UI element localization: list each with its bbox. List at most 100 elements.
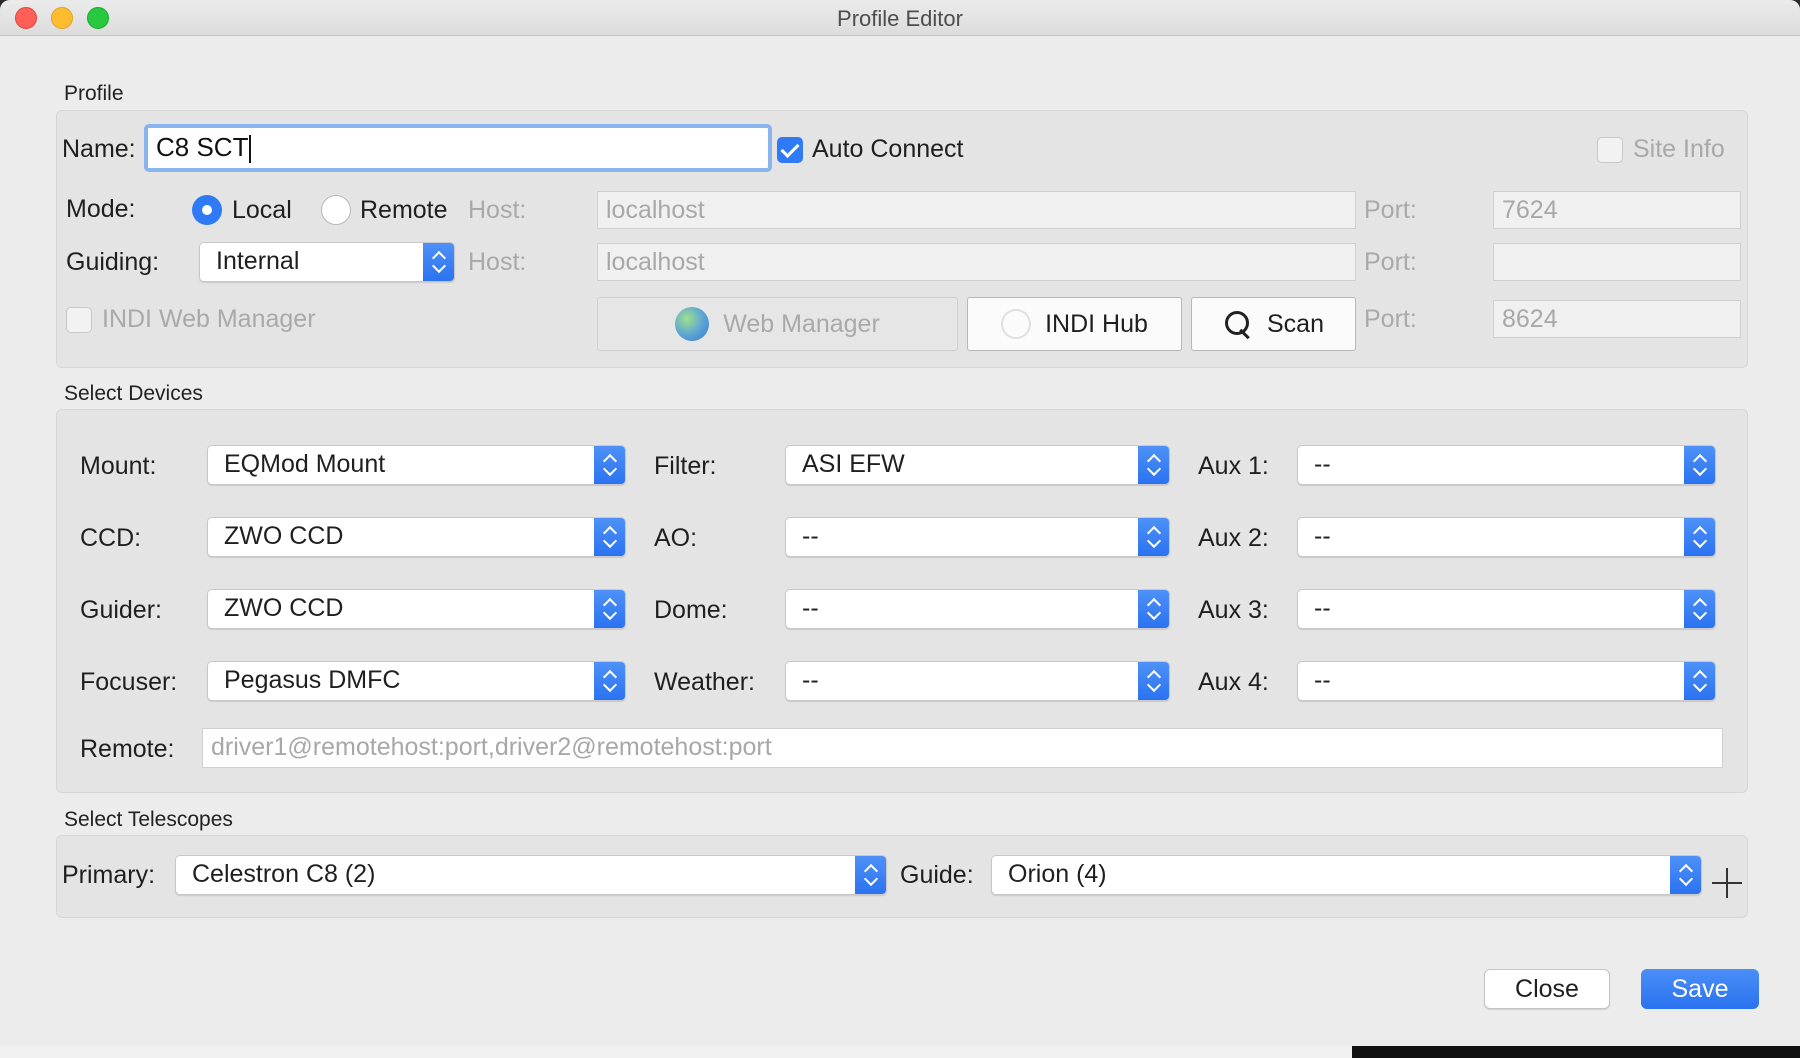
guide-telescope-value: Orion (4) bbox=[1008, 860, 1107, 888]
mode-local-label: Local bbox=[232, 196, 292, 224]
close-button[interactable]: Close bbox=[1484, 969, 1610, 1009]
chevron-updown-icon bbox=[1684, 518, 1715, 556]
web-port-input[interactable]: 8624 bbox=[1493, 300, 1741, 338]
aux3-label: Aux 3: bbox=[1198, 596, 1269, 624]
filter-select-value: ASI EFW bbox=[802, 450, 905, 478]
mode-local-radio[interactable] bbox=[192, 195, 222, 225]
scan-button-label: Scan bbox=[1267, 309, 1324, 338]
name-label: Name: bbox=[62, 135, 136, 163]
devices-section-title: Select Devices bbox=[64, 382, 203, 405]
mount-select-value: EQMod Mount bbox=[224, 450, 386, 478]
aux2-select[interactable]: -- bbox=[1297, 517, 1716, 557]
profile-name-input[interactable]: C8 SCT bbox=[144, 124, 772, 172]
indi-web-manager-checkbox[interactable] bbox=[66, 307, 92, 333]
port-input[interactable]: 7624 bbox=[1493, 191, 1741, 229]
mount-select[interactable]: EQMod Mount bbox=[207, 445, 626, 485]
chevron-updown-icon bbox=[1138, 518, 1169, 556]
indi-hub-button[interactable]: INDI Hub bbox=[967, 297, 1182, 351]
guider-select-value: ZWO CCD bbox=[224, 594, 344, 622]
guider-select[interactable]: ZWO CCD bbox=[207, 589, 626, 629]
host-input[interactable]: localhost bbox=[597, 191, 1356, 229]
guide-label: Guide: bbox=[900, 861, 974, 889]
chevron-updown-icon bbox=[594, 518, 625, 556]
weather-label: Weather: bbox=[654, 668, 755, 696]
focuser-select-value: Pegasus DMFC bbox=[224, 666, 401, 694]
web-manager-button-label: Web Manager bbox=[723, 309, 880, 338]
ao-select[interactable]: -- bbox=[785, 517, 1170, 557]
aux4-label: Aux 4: bbox=[1198, 668, 1269, 696]
focuser-label: Focuser: bbox=[80, 668, 178, 696]
chevron-updown-icon bbox=[1138, 662, 1169, 700]
chevron-updown-icon bbox=[1138, 590, 1169, 628]
dome-select[interactable]: -- bbox=[785, 589, 1170, 629]
chevron-updown-icon bbox=[1670, 856, 1701, 894]
ao-label: AO: bbox=[654, 524, 698, 552]
remote-label: Remote: bbox=[80, 735, 175, 763]
ccd-select[interactable]: ZWO CCD bbox=[207, 517, 626, 557]
search-icon bbox=[1223, 309, 1253, 339]
mode-label: Mode: bbox=[66, 195, 136, 223]
profile-section-title: Profile bbox=[64, 82, 124, 105]
title-bar[interactable]: Profile Editor bbox=[0, 0, 1800, 36]
port-label: Port: bbox=[1364, 196, 1417, 224]
aux1-select[interactable]: -- bbox=[1297, 445, 1716, 485]
chevron-updown-icon bbox=[1684, 662, 1715, 700]
plus-icon[interactable] bbox=[1712, 868, 1742, 898]
remote-drivers-input[interactable]: driver1@remotehost:port,driver2@remoteho… bbox=[202, 728, 1723, 768]
window-title: Profile Editor bbox=[837, 6, 963, 31]
aux2-label: Aux 2: bbox=[1198, 524, 1269, 552]
guide-telescope-select[interactable]: Orion (4) bbox=[991, 855, 1702, 895]
chevron-updown-icon bbox=[594, 662, 625, 700]
weather-select[interactable]: -- bbox=[785, 661, 1170, 701]
primary-telescope-value: Celestron C8 (2) bbox=[192, 860, 376, 888]
chevron-updown-icon bbox=[855, 856, 886, 894]
primary-label: Primary: bbox=[62, 861, 156, 889]
dome-select-value: -- bbox=[802, 594, 819, 622]
auto-connect-checkbox[interactable] bbox=[777, 137, 803, 163]
auto-connect-label: Auto Connect bbox=[812, 135, 964, 163]
aux4-select[interactable]: -- bbox=[1297, 661, 1716, 701]
dome-label: Dome: bbox=[654, 596, 728, 624]
globe-icon bbox=[675, 307, 710, 341]
host-label: Host: bbox=[468, 196, 527, 224]
aux4-select-value: -- bbox=[1314, 666, 1331, 694]
mode-remote-label: Remote bbox=[360, 196, 448, 224]
mode-remote-radio[interactable] bbox=[321, 195, 351, 225]
guiding-host-input[interactable]: localhost bbox=[597, 243, 1356, 281]
guider-label: Guider: bbox=[80, 596, 162, 624]
site-info-label: Site Info bbox=[1633, 135, 1725, 163]
indi-hub-button-label: INDI Hub bbox=[1045, 309, 1148, 338]
telescopes-section-title: Select Telescopes bbox=[64, 808, 233, 831]
guiding-host-label: Host: bbox=[468, 248, 527, 276]
chevron-updown-icon bbox=[1684, 590, 1715, 628]
profile-editor-window: Profile Editor Profile Name: C8 SCT Auto… bbox=[0, 0, 1800, 1046]
aux3-select[interactable]: -- bbox=[1297, 589, 1716, 629]
guiding-label: Guiding: bbox=[66, 248, 160, 276]
ccd-select-value: ZWO CCD bbox=[224, 522, 344, 550]
guiding-select-value: Internal bbox=[216, 247, 300, 275]
filter-label: Filter: bbox=[654, 452, 717, 480]
guiding-select[interactable]: Internal bbox=[199, 242, 455, 282]
primary-telescope-select[interactable]: Celestron C8 (2) bbox=[175, 855, 887, 895]
chevron-updown-icon bbox=[1684, 446, 1715, 484]
chevron-updown-icon bbox=[1138, 446, 1169, 484]
aux3-select-value: -- bbox=[1314, 594, 1331, 622]
chevron-updown-icon bbox=[594, 446, 625, 484]
save-button[interactable]: Save bbox=[1641, 969, 1759, 1009]
filter-select[interactable]: ASI EFW bbox=[785, 445, 1170, 485]
scan-button[interactable]: Scan bbox=[1191, 297, 1356, 351]
aux2-select-value: -- bbox=[1314, 522, 1331, 550]
guiding-port-label: Port: bbox=[1364, 248, 1417, 276]
weather-select-value: -- bbox=[802, 666, 819, 694]
hub-icon bbox=[1001, 309, 1032, 339]
ccd-label: CCD: bbox=[80, 524, 142, 552]
focuser-select[interactable]: Pegasus DMFC bbox=[207, 661, 626, 701]
site-info-checkbox[interactable] bbox=[1597, 137, 1623, 163]
guiding-port-input[interactable] bbox=[1493, 243, 1741, 281]
web-port-label: Port: bbox=[1364, 305, 1417, 333]
mount-label: Mount: bbox=[80, 452, 157, 480]
chevron-updown-icon bbox=[594, 590, 625, 628]
web-manager-button[interactable]: Web Manager bbox=[597, 297, 958, 351]
ao-select-value: -- bbox=[802, 522, 819, 550]
aux1-label: Aux 1: bbox=[1198, 452, 1269, 480]
